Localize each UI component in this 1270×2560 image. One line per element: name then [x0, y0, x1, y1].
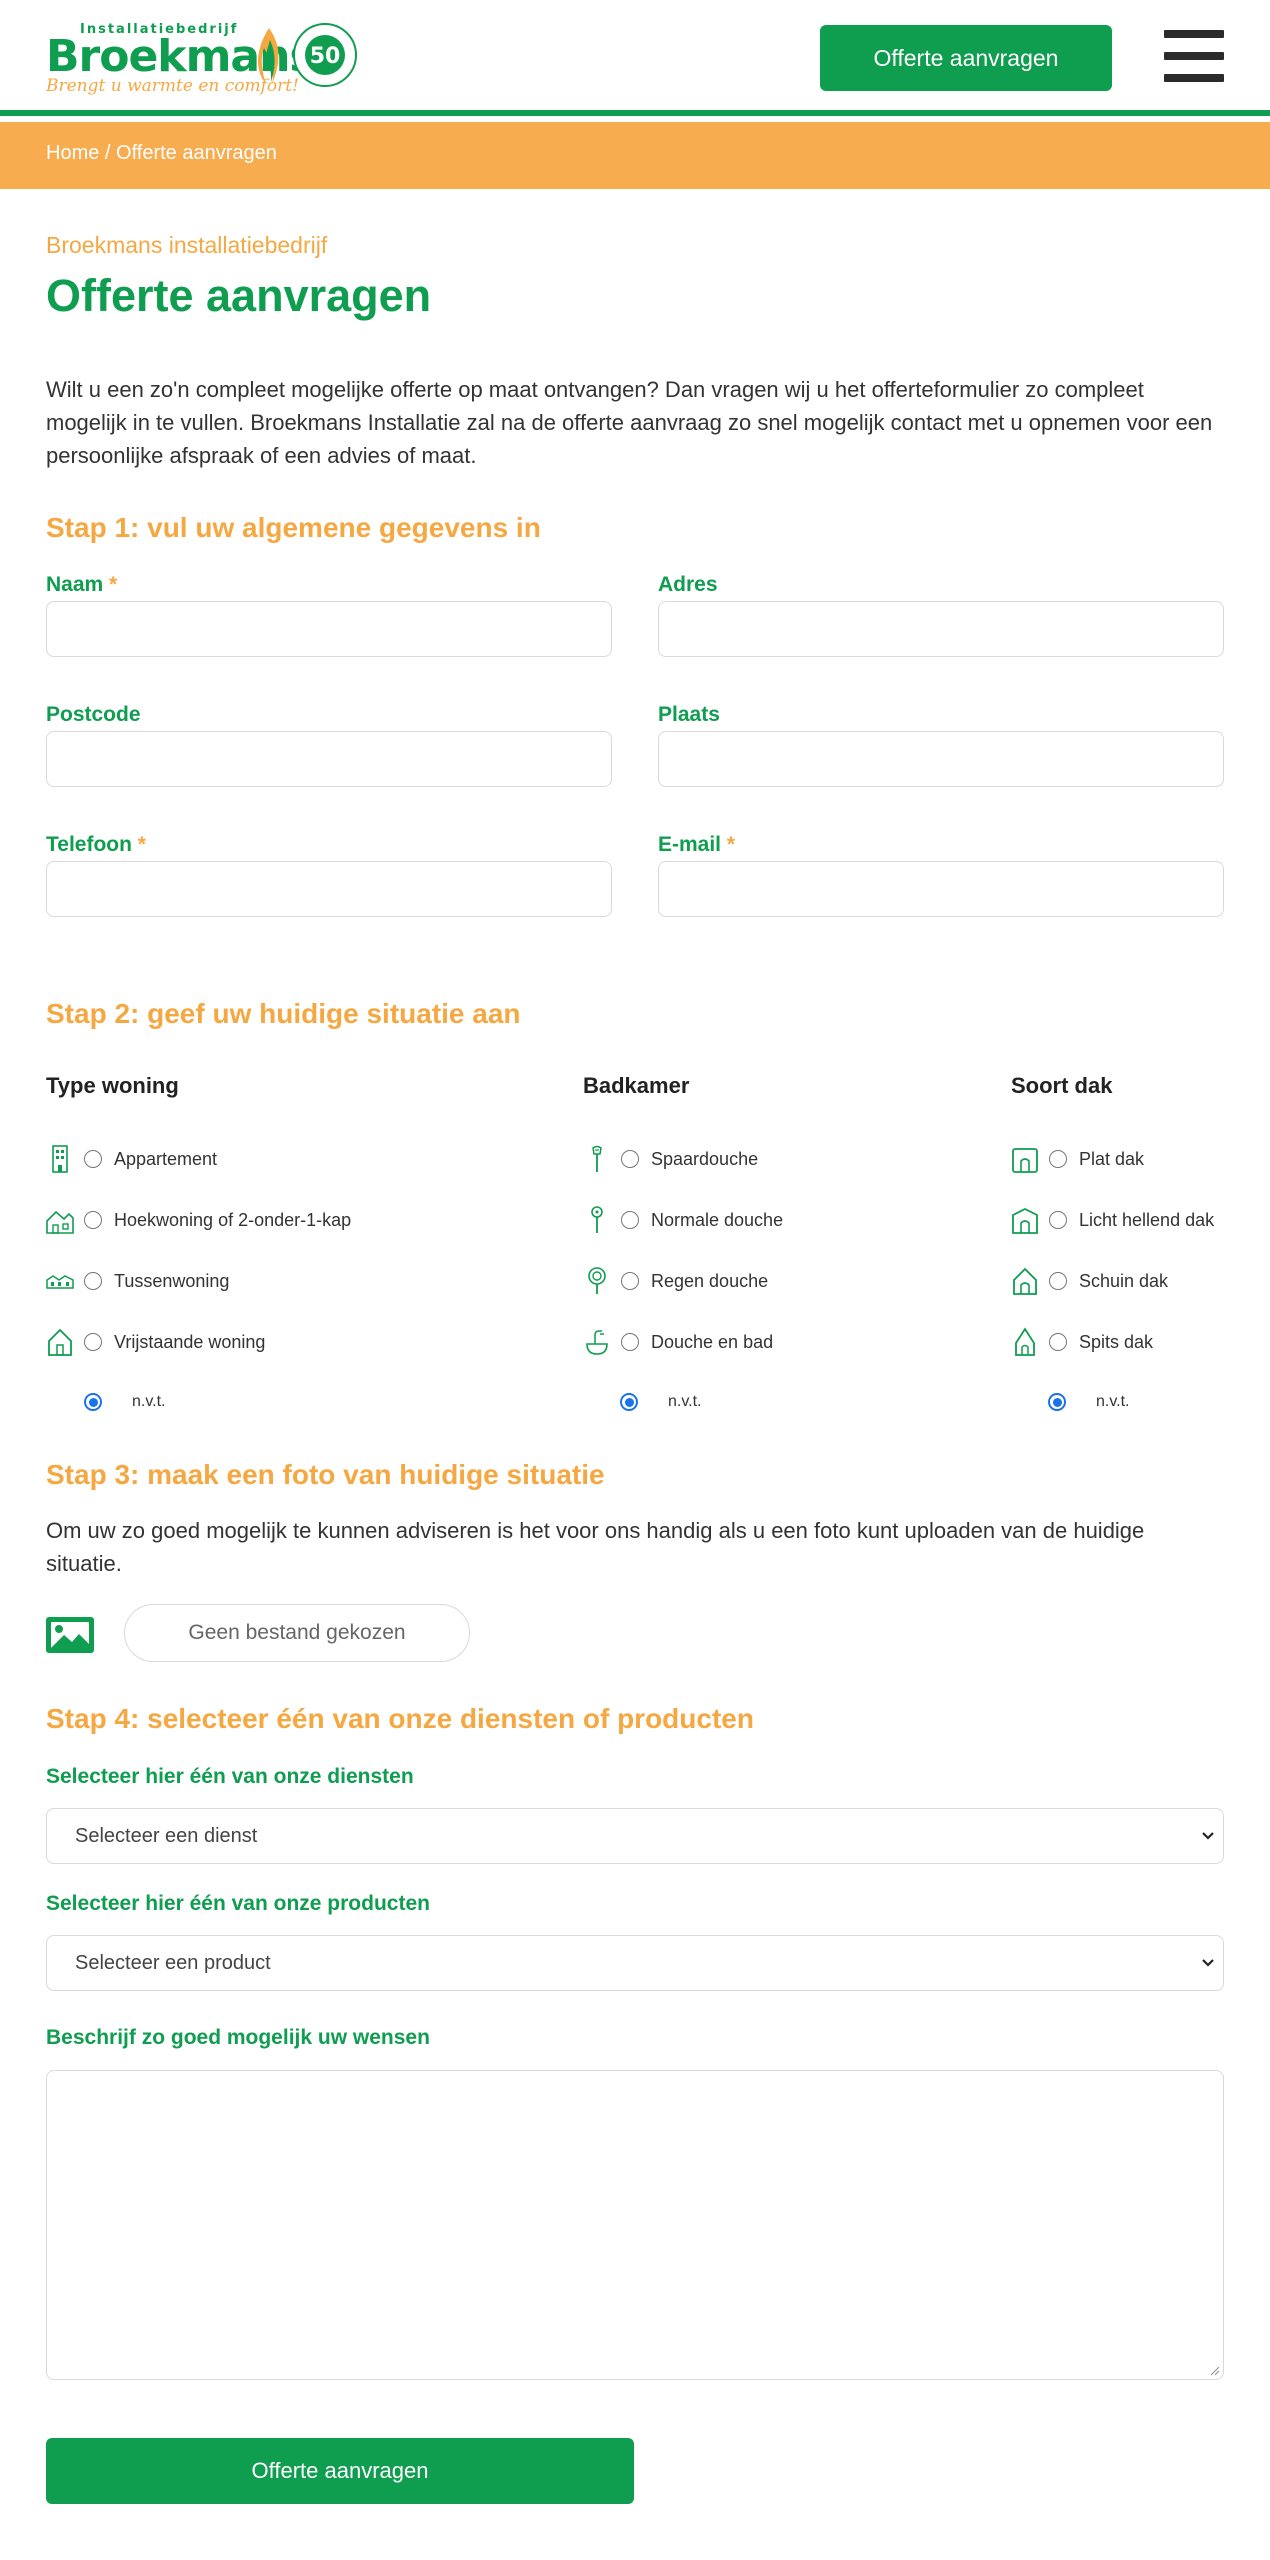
option-label: n.v.t.	[668, 1393, 702, 1410]
chevron-down-icon	[1202, 1959, 1214, 1967]
breadcrumb-bar: Home / Offerte aanvragen	[0, 122, 1270, 189]
step1-title: Stap 1: vul uw algemene gegevens in	[46, 512, 541, 543]
file-upload-button[interactable]: Geen bestand gekozen	[124, 1604, 470, 1662]
intro-text: Wilt u een zo'n compleet mogelijke offer…	[46, 377, 1213, 468]
submit-quote-button[interactable]: Offerte aanvragen	[46, 2438, 634, 2504]
option-label: Spits dak	[1079, 1331, 1154, 1352]
option-label: Regen douche	[651, 1270, 769, 1291]
option-label: Appartement	[114, 1148, 218, 1169]
chevron-down-icon	[1202, 1832, 1214, 1840]
detached-house-icon	[48, 1328, 72, 1356]
option-label: Douche en bad	[651, 1331, 774, 1352]
corner-house-icon	[46, 1210, 74, 1234]
product-label: Selecteer hier één van onze producten	[46, 1892, 430, 1915]
naam-label: Naam *	[46, 573, 118, 596]
badkamer-heading: Badkamer	[583, 1073, 690, 1098]
flame-icon	[258, 28, 279, 84]
header-quote-button[interactable]: Offerte aanvragen	[820, 25, 1112, 91]
telefoon-field[interactable]	[46, 861, 612, 917]
pitched-roof-icon	[1013, 1267, 1037, 1295]
plaats-label: Plaats	[658, 703, 720, 726]
step2-title: Stap 2: geef uw huidige situatie aan	[46, 998, 521, 1029]
postcode-field[interactable]	[46, 731, 612, 787]
postcode-label: Postcode	[46, 703, 141, 726]
page-title: Offerte aanvragen	[46, 270, 432, 321]
option-douche-en-bad[interactable]: Douche en bad	[583, 1327, 773, 1357]
option-label: Normale douche	[651, 1209, 784, 1230]
product-select[interactable]: Selecteer een product	[46, 1935, 1224, 1991]
option-appartement[interactable]: Appartement	[46, 1144, 217, 1174]
telefoon-label: Telefoon *	[46, 833, 146, 856]
step4-title: Stap 4: selecteer één van onze diensten …	[46, 1703, 754, 1734]
option-regen-douche[interactable]: Regen douche	[583, 1266, 768, 1296]
shower-bath-icon	[586, 1330, 608, 1355]
option-label: Plat dak	[1079, 1148, 1145, 1169]
flat-roof-icon	[1012, 1148, 1038, 1173]
option-label: Hoekwoning of 2-onder-1-kap	[114, 1209, 352, 1230]
steep-roof-icon	[1015, 1327, 1035, 1356]
option-label: Spaardouche	[651, 1148, 759, 1169]
site-logo[interactable]: Installatiebedrijf Broekmans Brengt u wa…	[46, 22, 366, 106]
naam-field[interactable]	[46, 601, 612, 657]
shower-icon	[591, 1206, 603, 1233]
product-select-value: Selecteer een product	[75, 1952, 271, 1974]
option-normale-douche[interactable]: Normale douche	[583, 1205, 783, 1235]
low-pitch-roof-icon	[1012, 1207, 1038, 1234]
anniversary-seal-icon: 50	[293, 23, 357, 87]
resize-handle-icon[interactable]	[1208, 2364, 1220, 2376]
service-select[interactable]: Selecteer een dienst	[46, 1808, 1224, 1864]
option-licht-hellend-dak[interactable]: Licht hellend dak	[1011, 1205, 1214, 1235]
email-field[interactable]	[658, 861, 1224, 917]
option-plat-dak[interactable]: Plat dak	[1011, 1144, 1144, 1174]
soort-dak-heading: Soort dak	[1011, 1073, 1113, 1098]
service-label: Selecteer hier één van onze diensten	[46, 1765, 414, 1788]
option-vrijstaande-woning[interactable]: Vrijstaande woning	[46, 1327, 265, 1357]
option-label: Licht hellend dak	[1079, 1209, 1215, 1230]
eco-shower-icon	[592, 1145, 602, 1172]
page-subtitle: Broekmans installatiebedrijf	[46, 232, 328, 258]
email-label: E-mail *	[658, 833, 736, 856]
seal-number: 50	[310, 44, 341, 69]
option-label: Schuin dak	[1079, 1270, 1169, 1291]
option-label: n.v.t.	[132, 1393, 166, 1410]
service-select-value: Selecteer een dienst	[75, 1825, 258, 1847]
apartment-icon	[52, 1145, 68, 1173]
step3-title: Stap 3: maak een foto van huidige situat…	[46, 1459, 605, 1490]
step3-text: Om uw zo goed mogelijk te kunnen adviser…	[46, 1518, 1145, 1576]
option-spaardouche[interactable]: Spaardouche	[583, 1144, 758, 1174]
adres-label: Adres	[658, 573, 718, 596]
option-label: Tussenwoning	[114, 1270, 230, 1291]
image-icon	[46, 1617, 94, 1653]
site-header: Installatiebedrijf Broekmans Brengt u wa…	[0, 0, 1270, 116]
option-label: n.v.t.	[1096, 1393, 1130, 1410]
breadcrumb[interactable]: Home / Offerte aanvragen	[46, 142, 277, 165]
plaats-field[interactable]	[658, 731, 1224, 787]
option-nvt-dak[interactable]: n.v.t.	[1048, 1390, 1130, 1414]
rain-shower-icon	[588, 1267, 606, 1294]
option-label: Vrijstaande woning	[114, 1331, 266, 1352]
type-woning-heading: Type woning	[46, 1073, 179, 1098]
option-tussenwoning[interactable]: Tussenwoning	[46, 1266, 229, 1296]
adres-field[interactable]	[658, 601, 1224, 657]
option-schuin-dak[interactable]: Schuin dak	[1011, 1266, 1168, 1296]
option-nvt-badkamer[interactable]: n.v.t.	[620, 1390, 702, 1414]
hamburger-icon[interactable]	[1164, 30, 1224, 82]
terraced-house-icon	[46, 1275, 74, 1289]
option-hoekwoning[interactable]: Hoekwoning of 2-onder-1-kap	[46, 1205, 351, 1235]
wishes-textarea[interactable]	[46, 2070, 1224, 2380]
option-nvt-woning[interactable]: n.v.t.	[84, 1390, 166, 1414]
option-spits-dak[interactable]: Spits dak	[1011, 1327, 1153, 1357]
wishes-label: Beschrijf zo goed mogelijk uw wensen	[46, 2026, 430, 2049]
